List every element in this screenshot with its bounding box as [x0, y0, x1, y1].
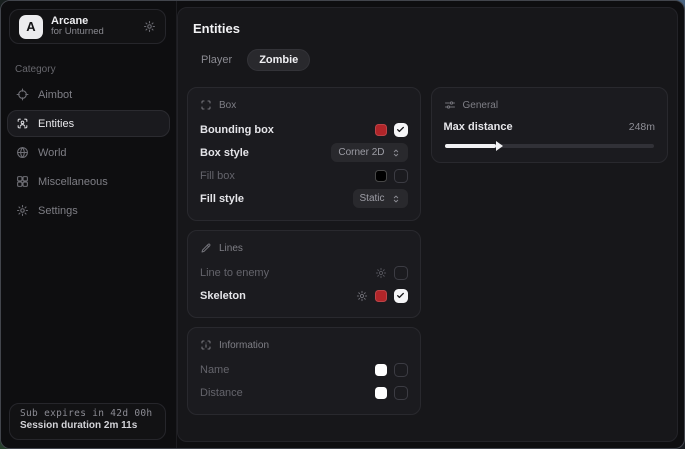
sub-expiry-text: Sub expires in 42d 00h — [20, 408, 155, 419]
chevrons-up-down-icon — [391, 148, 401, 158]
max-distance-label: Max distance — [444, 121, 513, 133]
setting-label: Skeleton — [200, 290, 246, 302]
sidebar-item-label: Miscellaneous — [38, 176, 108, 188]
category-label: Category — [15, 64, 176, 75]
chevrons-up-down-icon — [391, 194, 401, 204]
slider-fill — [445, 144, 497, 148]
panel-information: Information Name Distance — [187, 327, 421, 415]
setting-row: Distance — [200, 381, 408, 404]
check-icon — [396, 291, 405, 300]
setting-row: Fill style Static — [200, 187, 408, 210]
panel-title: Lines — [219, 243, 243, 254]
gear-icon — [16, 204, 29, 217]
brand-settings-icon[interactable] — [143, 20, 156, 33]
sidebar-item-world[interactable]: World — [7, 139, 170, 166]
sidebar-item-label: Aimbot — [38, 89, 72, 101]
setting-label: Name — [200, 364, 229, 376]
sidebar-item-label: Entities — [38, 118, 74, 130]
grid-icon — [16, 175, 29, 188]
subscription-card: Sub expires in 42d 00h Session duration … — [9, 403, 166, 440]
panel-title: Box — [219, 100, 236, 111]
tab-zombie[interactable]: Zombie — [247, 49, 310, 71]
checkbox[interactable] — [394, 363, 408, 377]
checkbox[interactable] — [394, 289, 408, 303]
row-settings-icon[interactable] — [375, 267, 387, 279]
setting-row: Box style Corner 2D — [200, 141, 408, 164]
check-icon — [396, 125, 405, 134]
setting-row: Max distance 248m — [444, 118, 655, 136]
setting-row: Name — [200, 358, 408, 381]
setting-label: Fill box — [200, 170, 235, 182]
dropdown-value: Static — [360, 193, 385, 204]
info-scan-icon — [200, 339, 212, 351]
sidebar-item-settings[interactable]: Settings — [7, 197, 170, 224]
session-duration-text: Session duration 2m 11s — [20, 420, 155, 431]
sidebar: A Arcane for Unturned Category Aimbot En… — [1, 1, 177, 448]
color-swatch[interactable] — [375, 364, 387, 376]
setting-label: Line to enemy — [200, 267, 269, 279]
checkbox[interactable] — [394, 266, 408, 280]
sidebar-item-miscellaneous[interactable]: Miscellaneous — [7, 168, 170, 195]
app-window: A Arcane for Unturned Category Aimbot En… — [0, 0, 685, 449]
max-distance-value: 248m — [629, 121, 655, 133]
color-swatch[interactable] — [375, 124, 387, 136]
crosshair-icon — [16, 88, 29, 101]
main-panel: Entities Player Zombie Box Bounding box — [177, 7, 678, 442]
setting-row: Line to enemy — [200, 261, 408, 284]
slider-thumb[interactable] — [496, 141, 503, 151]
color-swatch[interactable] — [375, 170, 387, 182]
setting-row: Fill box — [200, 164, 408, 187]
sliders-icon — [444, 99, 456, 111]
panel-title: General — [463, 100, 499, 111]
setting-label: Distance — [200, 387, 243, 399]
fill-style-dropdown[interactable]: Static — [353, 189, 408, 208]
dropdown-value: Corner 2D — [338, 147, 384, 158]
setting-row: Bounding box — [200, 118, 408, 141]
sidebar-item-label: Settings — [38, 205, 78, 217]
color-swatch[interactable] — [375, 290, 387, 302]
box-scan-icon — [200, 99, 212, 111]
setting-label: Fill style — [200, 193, 244, 205]
setting-label: Bounding box — [200, 124, 274, 136]
sidebar-item-entities[interactable]: Entities — [7, 110, 170, 137]
sidebar-nav: Aimbot Entities World Miscellaneous Sett… — [1, 81, 176, 224]
setting-row: Skeleton — [200, 284, 408, 307]
checkbox[interactable] — [394, 169, 408, 183]
panel-lines: Lines Line to enemy Skeleton — [187, 230, 421, 318]
setting-label: Box style — [200, 147, 249, 159]
sidebar-item-aimbot[interactable]: Aimbot — [7, 81, 170, 108]
color-swatch[interactable] — [375, 387, 387, 399]
checkbox[interactable] — [394, 386, 408, 400]
entities-scan-icon — [16, 117, 29, 130]
box-style-dropdown[interactable]: Corner 2D — [331, 143, 407, 162]
sidebar-item-label: World — [38, 147, 67, 159]
brand-subtitle: for Unturned — [51, 27, 104, 38]
brand-card: A Arcane for Unturned — [9, 9, 166, 44]
tab-bar: Player Zombie — [189, 49, 668, 71]
panel-box: Box Bounding box Box style Corne — [187, 87, 421, 221]
max-distance-slider[interactable] — [445, 144, 654, 148]
pencil-line-icon — [200, 242, 212, 254]
panel-general: General Max distance 248m — [431, 87, 668, 163]
panel-title: Information — [219, 340, 269, 351]
globe-icon — [16, 146, 29, 159]
tab-player[interactable]: Player — [189, 49, 244, 71]
checkbox[interactable] — [394, 123, 408, 137]
brand-logo: A — [19, 15, 43, 39]
row-settings-icon[interactable] — [356, 290, 368, 302]
page-title: Entities — [193, 21, 668, 36]
